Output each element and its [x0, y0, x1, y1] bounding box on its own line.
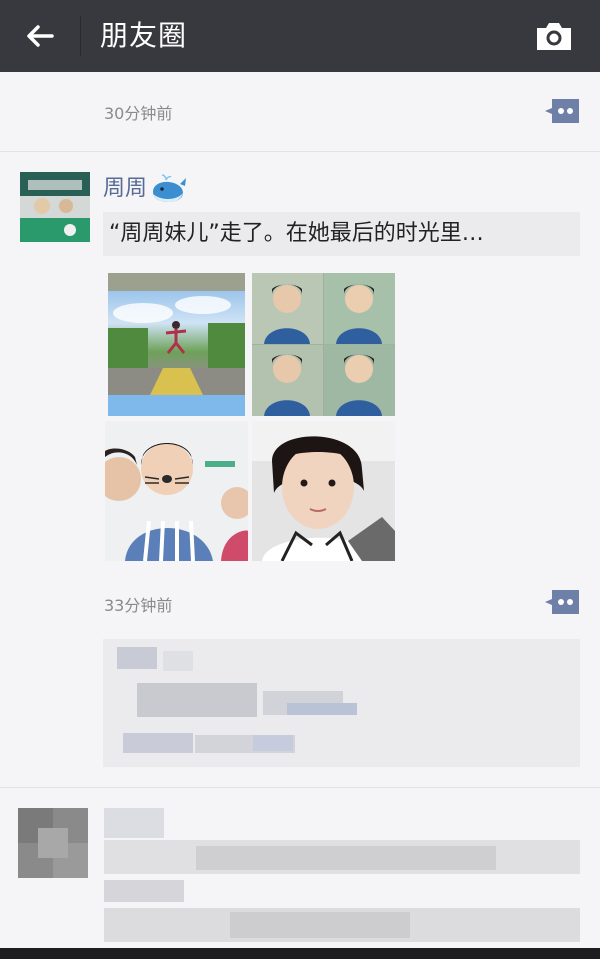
page-title: 朋友圈	[100, 19, 188, 52]
blurred-block	[163, 651, 193, 671]
comment-icon	[545, 99, 579, 123]
avatar-image	[20, 172, 90, 242]
likes-comments-area-blurred	[103, 639, 580, 767]
photo-2[interactable]	[252, 273, 395, 416]
blurred-text-line	[196, 846, 496, 870]
shared-link-card[interactable]: “周周妹儿”走了。在她最后的时光里…	[103, 212, 580, 256]
comment-button[interactable]	[543, 98, 581, 124]
camera-button[interactable]	[532, 14, 576, 58]
divider	[0, 787, 600, 788]
comment-button[interactable]	[543, 589, 581, 615]
bottom-edge	[0, 948, 600, 959]
photo-3[interactable]	[105, 421, 248, 561]
blurred-text-line	[104, 880, 184, 902]
comment-icon	[545, 590, 579, 614]
blurred-block	[137, 683, 257, 717]
top-bar: 朋友圈	[0, 0, 600, 72]
back-button[interactable]	[18, 14, 62, 58]
divider	[0, 151, 600, 152]
blurred-text-line	[230, 912, 410, 938]
header-divider	[80, 16, 81, 56]
camera-icon	[537, 23, 571, 50]
blurred-block	[117, 647, 157, 669]
avatar-blurred[interactable]	[18, 808, 88, 878]
blurred-block	[287, 703, 357, 715]
back-arrow-icon	[27, 25, 54, 47]
username[interactable]: 周周	[103, 174, 147, 204]
whale-emoji-icon	[150, 174, 188, 204]
avatar[interactable]	[20, 172, 90, 242]
photo-4[interactable]	[252, 421, 395, 561]
post-time: 30分钟前	[104, 104, 173, 123]
photo-1[interactable]	[108, 273, 245, 416]
blurred-name	[104, 808, 164, 838]
blurred-block	[123, 733, 193, 753]
blurred-block	[253, 735, 293, 751]
shared-link-title: “周周妹儿”走了。在她最后的时光里…	[109, 221, 484, 246]
post-time: 33分钟前	[104, 596, 173, 615]
